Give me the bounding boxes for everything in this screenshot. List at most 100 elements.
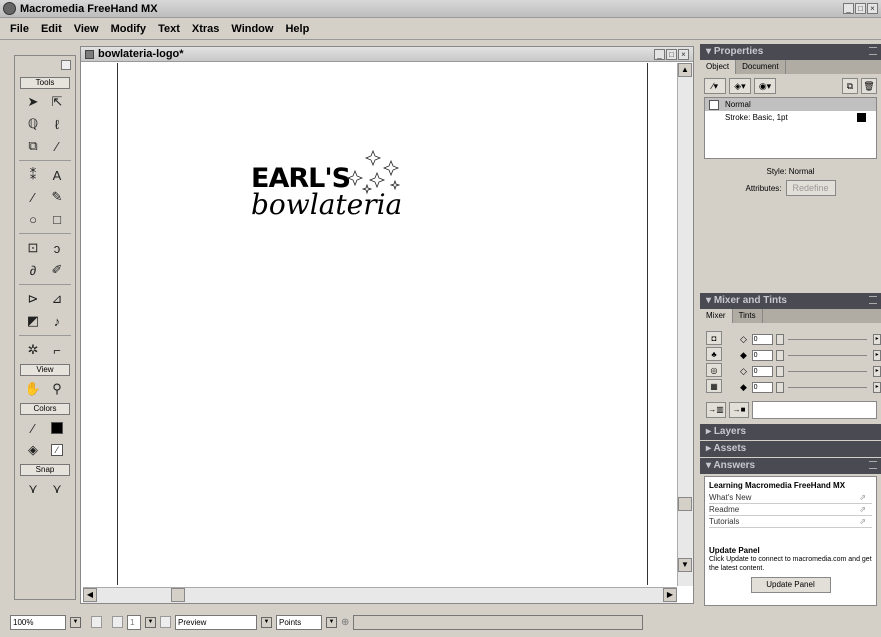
black-slider[interactable] (787, 386, 868, 388)
cmyk-mode-icon[interactable]: ◘ (706, 331, 722, 345)
ellipse-icon[interactable]: ○ (23, 209, 43, 229)
panel-menu-icon[interactable] (869, 461, 877, 469)
hls-mode-icon[interactable]: ◎ (706, 363, 722, 377)
scale-icon[interactable]: ⊳ (23, 289, 43, 309)
page-number-field[interactable]: 1 (127, 614, 141, 630)
normal-checkbox[interactable] (709, 99, 719, 110)
cyan-slider[interactable] (787, 338, 868, 340)
pen-curve-icon[interactable]: ℓ (47, 114, 67, 134)
yellow-input[interactable]: 0 (751, 365, 773, 377)
view-mode-arrow[interactable]: ▼ (261, 616, 272, 628)
scroll-thumb-h[interactable] (171, 588, 185, 602)
system-color-icon[interactable]: ▦ (706, 379, 722, 393)
tools-panel-close[interactable] (61, 60, 71, 70)
snap-cursor-icon[interactable]: ⊕ (341, 617, 349, 628)
black-slider-end[interactable]: ▸ (873, 381, 881, 393)
yellow-slider-end[interactable]: ▸ (873, 365, 881, 377)
blend-icon[interactable]: ◩ (23, 311, 43, 331)
scroll-left-arrow[interactable]: ◀ (83, 588, 97, 602)
fill-swatch[interactable]: ⁄ (47, 440, 67, 460)
layers-header[interactable]: ▸ Layers (700, 424, 881, 440)
add-to-swatches-alt-icon[interactable]: →■ (729, 402, 749, 418)
page-icon[interactable]: ⧉ (23, 136, 43, 156)
magenta-slider[interactable] (787, 354, 868, 356)
redefine-button[interactable]: Redefine (785, 180, 836, 196)
list-item-normal[interactable]: Normal (705, 98, 876, 111)
menu-text[interactable]: Text (152, 23, 186, 35)
scroll-thumb-v[interactable] (678, 497, 692, 511)
snap-off-icon[interactable]: ⋎ (47, 479, 67, 499)
cyan-input[interactable]: 0 (751, 333, 773, 345)
menu-xtras[interactable]: Xtras (186, 23, 226, 35)
menu-file[interactable]: File (4, 23, 35, 35)
brush-icon[interactable]: ✐ (47, 260, 67, 280)
subselect-icon[interactable]: ⇱ (47, 92, 67, 112)
trash-icon[interactable]: 🗑 (861, 78, 877, 94)
page-dropdown-arrow[interactable]: ▼ (145, 616, 156, 628)
cyan-slider-end[interactable]: ▸ (873, 333, 881, 345)
stroke-color-icon[interactable]: ∕ (23, 418, 43, 438)
line-icon[interactable]: ⁄ (23, 187, 43, 207)
add-to-swatches-icon[interactable]: →▥ (706, 402, 726, 418)
answers-header[interactable]: ▾ Answers (700, 458, 881, 474)
rotate-icon[interactable]: ⊿ (47, 289, 67, 309)
list-item-stroke[interactable]: Stroke: Basic, 1pt (705, 111, 876, 124)
restore-button[interactable]: □ (855, 3, 866, 14)
spiral-icon[interactable]: ↄ (47, 238, 67, 258)
black-input[interactable]: 0 (751, 381, 773, 393)
yellow-slider[interactable] (787, 370, 868, 372)
next-page-icon[interactable] (160, 616, 171, 628)
prev-page-icon[interactable] (91, 616, 102, 628)
properties-header[interactable]: ▾ Properties (700, 44, 881, 60)
scroll-right-arrow[interactable]: ▶ (663, 588, 677, 602)
text-icon[interactable]: A (47, 165, 67, 185)
tab-tints[interactable]: Tints (733, 309, 763, 323)
stroke-swatch[interactable] (47, 418, 67, 438)
knife-icon[interactable]: ⁑ (23, 165, 43, 185)
vertical-scrollbar[interactable]: ▲ ▼ (677, 63, 693, 586)
link-whats-new[interactable]: What's New ⇗ (709, 492, 872, 504)
units-arrow[interactable]: ▼ (326, 616, 337, 628)
panel-menu-icon[interactable] (869, 47, 877, 55)
magenta-input[interactable]: 0 (751, 349, 773, 361)
pointer-icon[interactable]: ➤ (23, 92, 43, 112)
eyedropper-icon[interactable]: ∕ (47, 136, 67, 156)
tab-object[interactable]: Object (700, 60, 737, 74)
zoom-dropdown-arrow[interactable]: ▼ (70, 616, 81, 628)
stroke-color-swatch[interactable] (857, 113, 866, 122)
link-tutorials[interactable]: Tutorials ⇗ (709, 516, 872, 528)
black-spinner[interactable] (776, 381, 784, 393)
assets-header[interactable]: ▸ Assets (700, 441, 881, 457)
menu-view[interactable]: View (68, 23, 105, 35)
freeform-icon[interactable]: ⊡ (23, 238, 43, 258)
doc-minimize-button[interactable]: _ (654, 49, 665, 60)
warp-icon[interactable]: ♪ (47, 311, 67, 331)
add-fill-icon[interactable]: ◈▾ (729, 78, 751, 94)
close-button[interactable]: × (867, 3, 878, 14)
page-icon-status[interactable] (112, 616, 123, 628)
view-mode-select[interactable]: Preview (175, 614, 257, 630)
magenta-spinner[interactable] (776, 349, 784, 361)
tab-mixer[interactable]: Mixer (700, 309, 733, 323)
scroll-up-arrow[interactable]: ▲ (678, 63, 692, 77)
cyan-spinner[interactable] (776, 333, 784, 345)
link-readme[interactable]: Readme ⇗ (709, 504, 872, 516)
panel-menu-icon[interactable] (869, 296, 877, 304)
mixer-header[interactable]: ▾ Mixer and Tints (700, 293, 881, 309)
duplicate-icon[interactable]: ⧉ (842, 78, 858, 94)
horizontal-scrollbar[interactable]: ◀ ▶ (83, 587, 677, 603)
color-preview-well[interactable] (752, 401, 877, 419)
earls-logo[interactable]: EARL'S bowlateria (251, 149, 402, 221)
add-stroke-icon[interactable]: ∕▾ (704, 78, 726, 94)
rgb-mode-icon[interactable]: ♣ (706, 347, 722, 361)
tab-document[interactable]: Document (736, 60, 786, 74)
units-select[interactable]: Points (276, 614, 322, 630)
drawing-canvas[interactable]: EARL'S bowlateria (83, 63, 677, 585)
update-panel-button[interactable]: Update Panel (750, 577, 831, 593)
pencil-icon[interactable]: ✎ (47, 187, 67, 207)
magenta-slider-end[interactable]: ▸ (873, 349, 881, 361)
yellow-spinner[interactable] (776, 365, 784, 377)
add-effect-icon[interactable]: ◉▾ (754, 78, 776, 94)
doc-close-button[interactable]: × (678, 49, 689, 60)
menu-modify[interactable]: Modify (105, 23, 152, 35)
